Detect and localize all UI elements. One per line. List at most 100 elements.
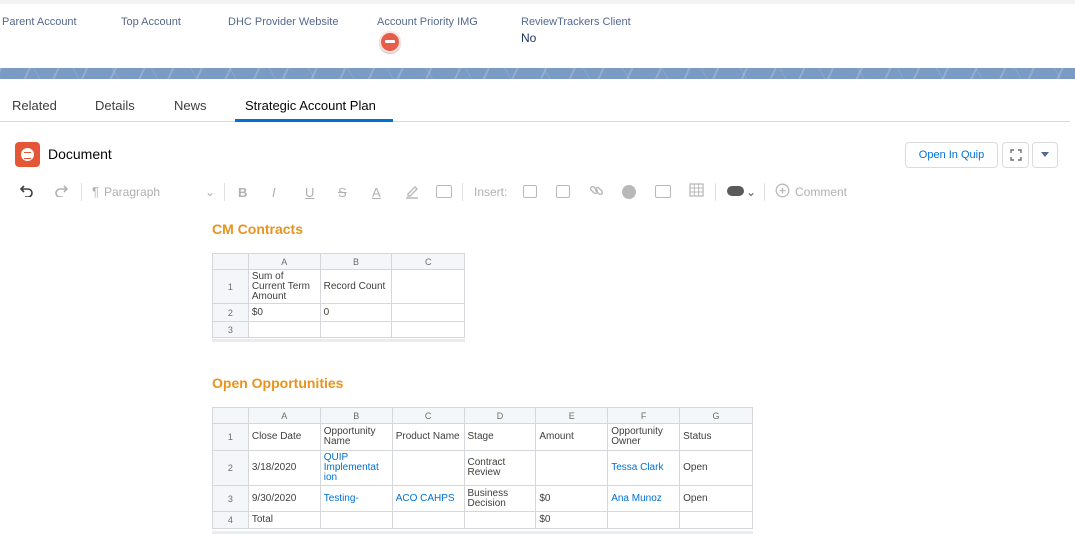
table-cell[interactable] (391, 269, 465, 304)
undo-icon[interactable] (19, 183, 34, 201)
table-cell[interactable]: Close Date (247, 423, 321, 451)
field-value: No (521, 31, 537, 45)
code-block-icon[interactable] (436, 185, 452, 198)
table-row: 3 9/30/2020 Testing- ACO CAHPS Business … (212, 485, 753, 512)
column-header[interactable]: F (607, 407, 681, 424)
table-cell[interactable]: $0 (535, 511, 609, 529)
tab-news[interactable]: News (174, 98, 207, 113)
checkbox-icon[interactable] (523, 185, 537, 198)
corner-cell (212, 407, 249, 424)
field-dhc-provider-website: DHC Provider Website (228, 16, 338, 28)
column-header[interactable]: B (319, 253, 393, 270)
column-header[interactable]: A (247, 407, 321, 424)
column-header[interactable]: D (463, 407, 537, 424)
underline-button[interactable]: U (305, 185, 314, 200)
paragraph-mark-icon: ¶ (92, 184, 99, 199)
table-cell[interactable]: $0 (247, 303, 321, 322)
spreadsheet-icon[interactable] (655, 185, 671, 198)
table-cell[interactable]: Product Name (391, 423, 465, 451)
column-header[interactable]: C (391, 253, 465, 270)
field-label: Top Account (121, 16, 181, 28)
table-cell[interactable]: 0 (319, 303, 393, 322)
strikethrough-button[interactable]: S (338, 185, 347, 200)
decorative-banner (0, 68, 1075, 79)
chevron-down-icon: ⌄ (205, 185, 216, 199)
row-number: 2 (212, 303, 249, 322)
owner-link[interactable]: Ana Munoz (607, 485, 681, 512)
live-app-icon[interactable] (622, 185, 636, 199)
toolbar-divider (462, 183, 463, 201)
cm-contracts-table[interactable]: A B C 1 Sum of Current Term Amount Recor… (212, 253, 465, 338)
table-cell[interactable] (391, 450, 465, 486)
column-header[interactable]: G (679, 407, 753, 424)
table-cell[interactable]: 9/30/2020 (247, 485, 321, 512)
table-cell[interactable] (319, 321, 393, 338)
toolbar-divider (764, 183, 765, 201)
table-cell[interactable]: 3/18/2020 (247, 450, 321, 486)
link-icon[interactable] (589, 183, 604, 202)
table-cell[interactable]: Status (679, 423, 753, 451)
cm-contracts-title: CM Contracts (212, 221, 304, 237)
expand-button[interactable] (1002, 142, 1029, 168)
opportunity-link[interactable]: QUIP Implementat ion (319, 450, 393, 486)
editor-toolbar: ¶ Paragraph ⌄ B I U S A Insert: ⌄ Commen… (0, 178, 1075, 206)
column-header[interactable]: B (319, 407, 393, 424)
bold-button[interactable]: B (238, 185, 247, 200)
table-cell[interactable]: $0 (535, 485, 609, 512)
table-cell[interactable] (679, 511, 753, 529)
redo-icon[interactable] (54, 183, 69, 201)
table-cell[interactable] (535, 450, 609, 486)
table-cell[interactable]: Open (679, 450, 753, 486)
highlighter-icon[interactable] (404, 183, 420, 203)
paragraph-style-select[interactable]: Paragraph (104, 185, 160, 199)
expand-icon (1009, 149, 1022, 161)
table-cell[interactable]: Opportunity Name (319, 423, 393, 451)
add-comment-icon[interactable] (775, 183, 790, 202)
table-cell[interactable]: Business Decision (463, 485, 537, 512)
opportunity-link[interactable]: Testing- (319, 485, 393, 512)
tab-details[interactable]: Details (95, 98, 135, 113)
text-color-button[interactable]: A (372, 185, 381, 200)
salesforce-cloud-icon[interactable] (727, 186, 744, 196)
table-cell[interactable]: Contract Review (463, 450, 537, 486)
table-cell[interactable]: Record Count (319, 269, 393, 304)
column-header[interactable]: E (535, 407, 609, 424)
product-link[interactable]: ACO CAHPS (391, 485, 465, 512)
table-grid-icon[interactable] (689, 183, 704, 201)
comment-button[interactable]: Comment (795, 185, 847, 199)
field-reviewtrackers-client: ReviewTrackers Client No (521, 16, 631, 45)
table-cell[interactable]: Open (679, 485, 753, 512)
corner-cell (212, 253, 249, 270)
table-cell[interactable] (607, 511, 681, 529)
table-cell[interactable]: Sum of Current Term Amount (247, 269, 321, 304)
column-header[interactable]: A (247, 253, 321, 270)
table-cell[interactable] (391, 321, 465, 338)
tab-strategic-account-plan[interactable]: Strategic Account Plan (245, 98, 376, 113)
table-cell[interactable] (319, 511, 393, 529)
table-cell[interactable] (391, 511, 465, 529)
field-label: Parent Account (2, 16, 77, 28)
open-opportunities-table[interactable]: A B C D E F G 1 Close Date Opportunity N… (212, 407, 753, 529)
owner-link[interactable]: Tessa Clark (607, 450, 681, 486)
table-cell[interactable]: Stage (463, 423, 537, 451)
row-number: 2 (212, 450, 249, 486)
column-header[interactable]: C (391, 407, 465, 424)
document-title: Document (48, 146, 112, 162)
table-bottom-shadow (212, 339, 465, 342)
chevron-down-icon: ⌄ (746, 185, 757, 199)
table-cell[interactable] (391, 303, 465, 322)
italic-button[interactable]: I (272, 185, 276, 200)
table-cell[interactable] (463, 511, 537, 529)
table-row: 1 Sum of Current Term Amount Record Coun… (212, 269, 465, 304)
tab-related[interactable]: Related (12, 98, 57, 113)
image-icon[interactable] (556, 185, 570, 198)
table-cell[interactable]: Total (247, 511, 321, 529)
document-header: Document Open In Quip (0, 140, 1075, 170)
open-in-quip-button[interactable]: Open In Quip (905, 142, 998, 168)
table-cell[interactable] (247, 321, 321, 338)
table-cell[interactable]: Amount (535, 423, 609, 451)
table-row: 4 Total $0 (212, 511, 753, 529)
table-row: 1 Close Date Opportunity Name Product Na… (212, 423, 753, 451)
document-menu-button[interactable] (1032, 142, 1058, 168)
table-cell[interactable]: Opportunity Owner (607, 423, 681, 451)
